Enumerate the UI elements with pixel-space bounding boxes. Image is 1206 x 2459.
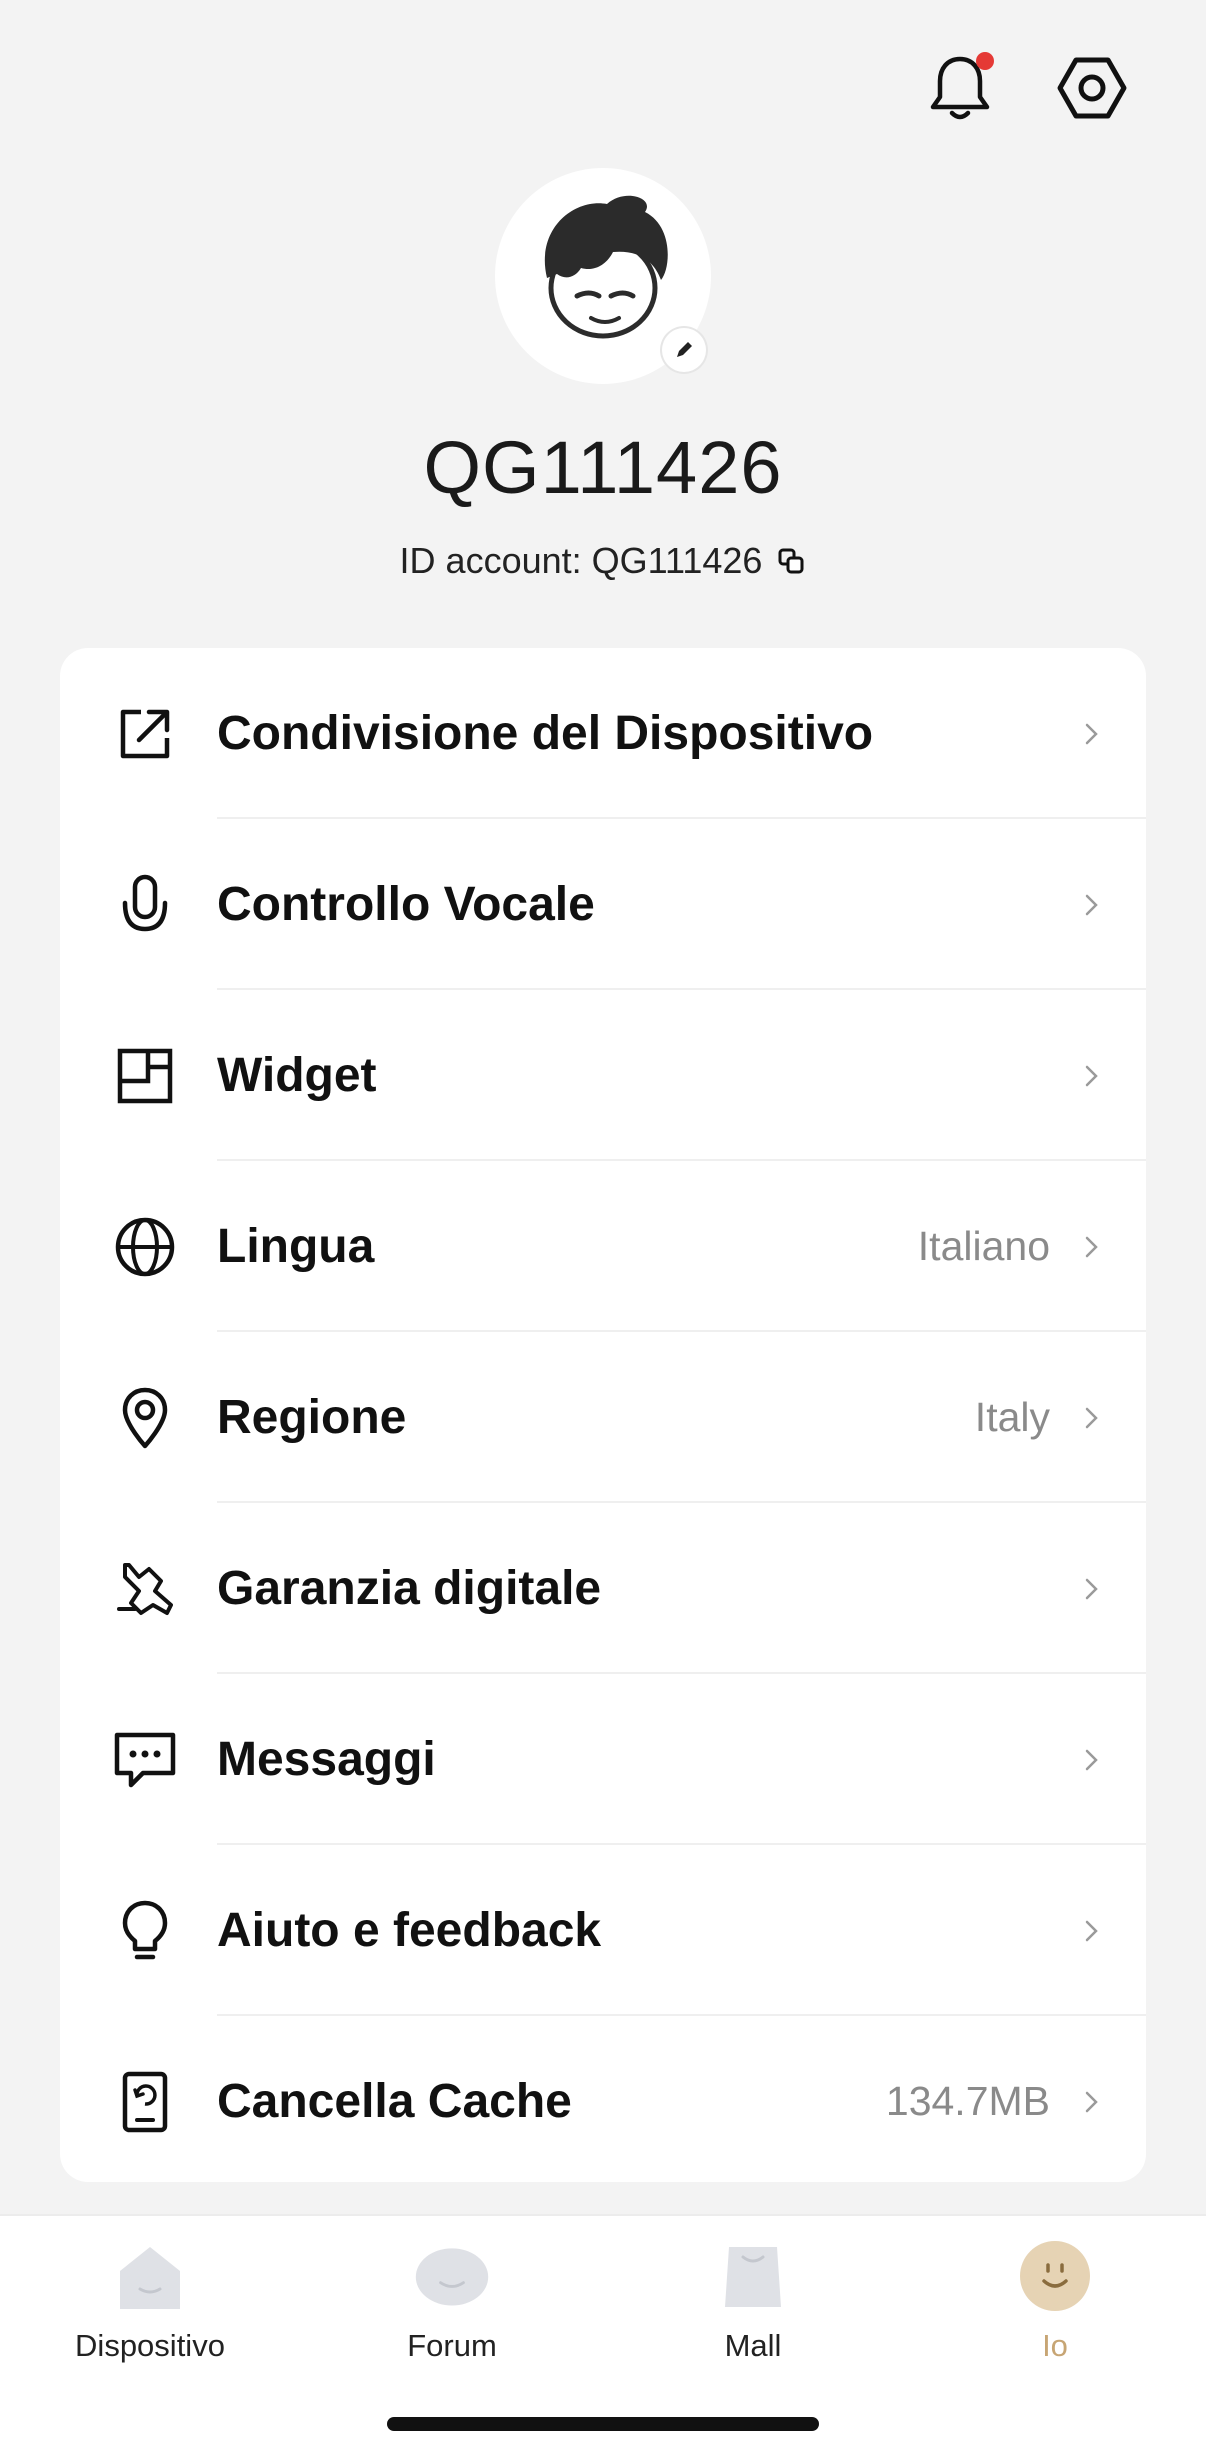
menu-item-label: Messaggi [217,1733,436,1786]
tab-dispositivo[interactable]: Dispositivo [50,2236,250,2364]
settings-menu-card: Condivisione del Dispositivo Controllo V… [60,648,1146,2182]
chevron-right-icon [1078,1917,1106,1945]
username: QG111426 [423,426,783,509]
home-icon [110,2236,190,2316]
menu-item-language[interactable]: Lingua Italiano [60,1161,1146,1332]
globe-icon [110,1212,180,1282]
menu-item-help-feedback[interactable]: Aiuto e feedback [60,1845,1146,2016]
menu-item-label: Widget [217,1049,377,1102]
account-id-label: ID account: QG111426 [399,540,763,581]
chevron-right-icon [1078,1233,1106,1261]
tab-label: Dispositivo [75,2328,225,2363]
wrench-icon [110,1554,180,1624]
tab-label: Mall [724,2328,782,2363]
tab-label: Io [1042,2328,1068,2363]
cache-phone-icon [110,2067,180,2137]
tab-label: Forum [407,2328,497,2363]
chevron-right-icon [1078,1746,1106,1774]
chevron-right-icon [1078,2088,1106,2116]
menu-item-label: Garanzia digitale [217,1562,602,1615]
shopping-bag-icon [713,2236,793,2316]
pencil-icon [677,342,692,357]
menu-item-value: 134.7MB [885,2078,1050,2124]
edit-avatar-button[interactable] [662,328,706,372]
menu-item-messages[interactable]: Messaggi [60,1674,1146,1845]
menu-item-widget[interactable]: Widget [60,990,1146,1161]
menu-item-label: Regione [217,1391,407,1444]
menu-item-digital-warranty[interactable]: Garanzia digitale [60,1503,1146,1674]
menu-item-label: Cancella Cache [217,2075,572,2128]
menu-item-region[interactable]: Regione Italy [60,1332,1146,1503]
notifications-button[interactable] [920,48,1000,128]
settings-gear-icon [1057,57,1127,119]
microphone-icon [110,870,180,940]
menu-item-label: Lingua [217,1220,375,1273]
copy-button[interactable] [776,546,806,576]
settings-button[interactable] [1052,48,1132,128]
menu-item-device-sharing[interactable]: Condivisione del Dispositivo [60,648,1146,819]
forum-icon [412,2236,492,2316]
menu-item-value: Italy [974,1394,1050,1440]
menu-item-label: Condivisione del Dispositivo [217,707,874,760]
tab-io[interactable]: Io [955,2236,1155,2364]
chevron-right-icon [1078,1575,1106,1603]
home-indicator [387,2417,819,2431]
chevron-right-icon [1078,891,1106,919]
tab-forum[interactable]: Forum [352,2236,552,2364]
account-id-row: ID account: QG111426 [0,540,1206,582]
widget-icon [110,1041,180,1111]
menu-item-clear-cache[interactable]: Cancella Cache 134.7MB [60,2016,1146,2182]
menu-item-voice-control[interactable]: Controllo Vocale [60,819,1146,990]
menu-item-label: Controllo Vocale [217,878,595,931]
lightbulb-icon [110,1896,180,1966]
tab-mall[interactable]: Mall [653,2236,853,2364]
copy-icon [778,548,804,574]
notification-dot [976,52,994,70]
menu-item-label: Aiuto e feedback [217,1904,602,1957]
location-pin-icon [110,1383,180,1453]
chevron-right-icon [1078,1062,1106,1090]
menu-item-value: Italiano [917,1223,1050,1269]
message-bubble-icon [110,1725,180,1795]
share-external-icon [110,699,180,769]
chevron-right-icon [1078,720,1106,748]
profile-smile-icon [1015,2236,1095,2316]
chevron-right-icon [1078,1404,1106,1432]
